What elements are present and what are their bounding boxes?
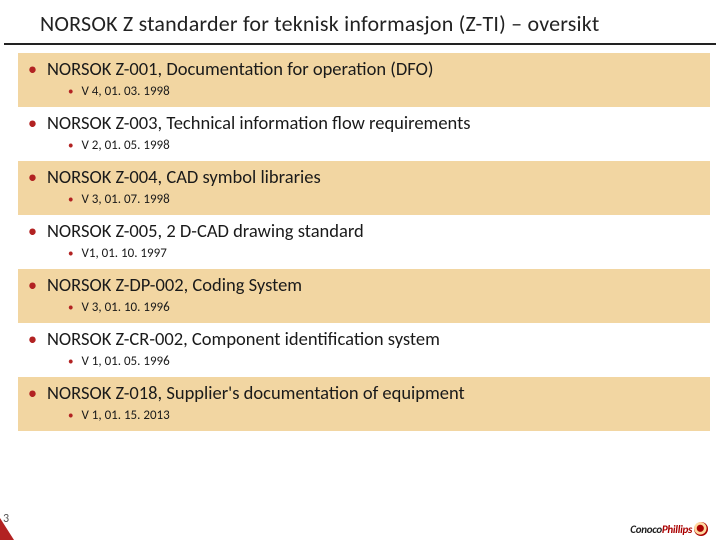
list-item: • NORSOK Z-DP-002, Coding System • V 3, 01.…: [18, 269, 710, 323]
list-item: •NORSOK Z-005, 2 D-CAD drawing standard•…: [18, 215, 710, 269]
list-item: • NORSOK Z-003, Technical information flo…: [18, 107, 710, 161]
logo-swirl-icon: [694, 522, 708, 536]
list-subitem: • V 3, 01. 10. 1996: [18, 297, 710, 323]
item-title: NORSOK Z-003, Technical information flow…: [47, 111, 471, 135]
list-item-row: • NORSOK Z-DP-002, Coding System: [18, 273, 710, 297]
list-item: • NORSOK Z-CR-002, Component identificati…: [18, 323, 710, 377]
bullet-icon: •: [28, 57, 37, 81]
list-subitem: • V 1, 01. 15. 2013: [18, 405, 710, 431]
list-subitem-row: • V 1, 01. 15. 2013: [18, 407, 710, 425]
item-title: NORSOK Z-004, CAD symbol libraries: [47, 165, 321, 189]
list-subitem: • V 4, 01. 03. 1998: [18, 81, 710, 107]
company-logo: ConocoPhillips: [630, 522, 708, 536]
item-version: V 1, 01. 05. 1996: [81, 353, 169, 371]
content-area: • NORSOK Z-001, Documentation for operati…: [0, 45, 720, 431]
bullet-icon: •: [28, 273, 37, 297]
list-subitem-row: • V 3, 01. 10. 1996: [18, 299, 710, 317]
list-subitem: • V 3, 01. 07. 1998: [18, 189, 710, 215]
bullet-icon: •: [28, 327, 37, 351]
title-bar: NORSOK Z standarder for teknisk informas…: [4, 0, 716, 45]
logo-text: ConocoPhillips: [630, 523, 692, 536]
list-item: • NORSOK Z-001, Documentation for operati…: [18, 53, 710, 107]
list-item-row: • NORSOK Z-005, 2 D-CAD drawing standard: [18, 219, 710, 243]
item-title: NORSOK Z-CR-002, Component identificatio…: [47, 327, 440, 351]
list-item-row: • NORSOK Z-018, Supplier's documentation …: [18, 381, 710, 405]
bullet-icon: •: [28, 381, 37, 405]
list-item: • NORSOK Z-004, CAD symbol libraries • V 3,…: [18, 161, 710, 215]
list-item-row: • NORSOK Z-001, Documentation for operati…: [18, 57, 710, 81]
item-version: V 1, 01. 15. 2013: [81, 407, 169, 425]
item-version: V 4, 01. 03. 1998: [81, 83, 169, 101]
item-title: NORSOK Z-005, 2 D-CAD drawing standard: [47, 219, 364, 243]
bullet-icon: •: [28, 165, 37, 189]
slide: NORSOK Z standarder for teknisk informas…: [0, 0, 720, 540]
list-subitem: • V 1, 01. 05. 1996: [18, 351, 710, 377]
bullet-icon: •: [28, 111, 37, 135]
list-subitem-row: • V 2, 01. 05. 1998: [18, 137, 710, 155]
page-title: NORSOK Z standarder for teknisk informas…: [40, 10, 716, 37]
item-version: V1, 01. 10. 1997: [81, 245, 166, 263]
list-subitem: • V1, 01. 10. 1997: [18, 243, 710, 269]
list-item-row: • NORSOK Z-003, Technical information flo…: [18, 111, 710, 135]
list-subitem-row: • V 1, 01. 05. 1996: [18, 353, 710, 371]
list-subitem-row: • V1, 01. 10. 1997: [18, 245, 710, 263]
bullet-icon: •: [68, 299, 73, 317]
item-title: NORSOK Z-001, Documentation for operatio…: [47, 57, 433, 81]
footer: 3 ConocoPhillips: [0, 518, 720, 540]
item-version: V 2, 01. 05. 1998: [81, 137, 169, 155]
bullet-icon: •: [68, 353, 73, 371]
bullet-icon: •: [68, 83, 73, 101]
list-item-row: • NORSOK Z-CR-002, Component identificati…: [18, 327, 710, 351]
item-version: V 3, 01. 07. 1998: [81, 191, 169, 209]
list-item: • NORSOK Z-018, Supplier's documentation …: [18, 377, 710, 431]
list-item-row: • NORSOK Z-004, CAD symbol libraries: [18, 165, 710, 189]
bullet-icon: •: [68, 245, 73, 263]
item-title: NORSOK Z-018, Supplier's documentation o…: [47, 381, 465, 405]
bullet-icon: •: [68, 407, 73, 425]
bullet-icon: •: [68, 137, 73, 155]
list-subitem-row: • V 3, 01. 07. 1998: [18, 191, 710, 209]
standards-list: • NORSOK Z-001, Documentation for operati…: [18, 53, 710, 431]
bullet-icon: •: [28, 219, 37, 243]
item-title: NORSOK Z-DP-002, Coding System: [47, 273, 302, 297]
list-subitem-row: • V 4, 01. 03. 1998: [18, 83, 710, 101]
item-version: V 3, 01. 10. 1996: [81, 299, 169, 317]
list-subitem: • V 2, 01. 05. 1998: [18, 135, 710, 161]
bullet-icon: •: [68, 191, 73, 209]
